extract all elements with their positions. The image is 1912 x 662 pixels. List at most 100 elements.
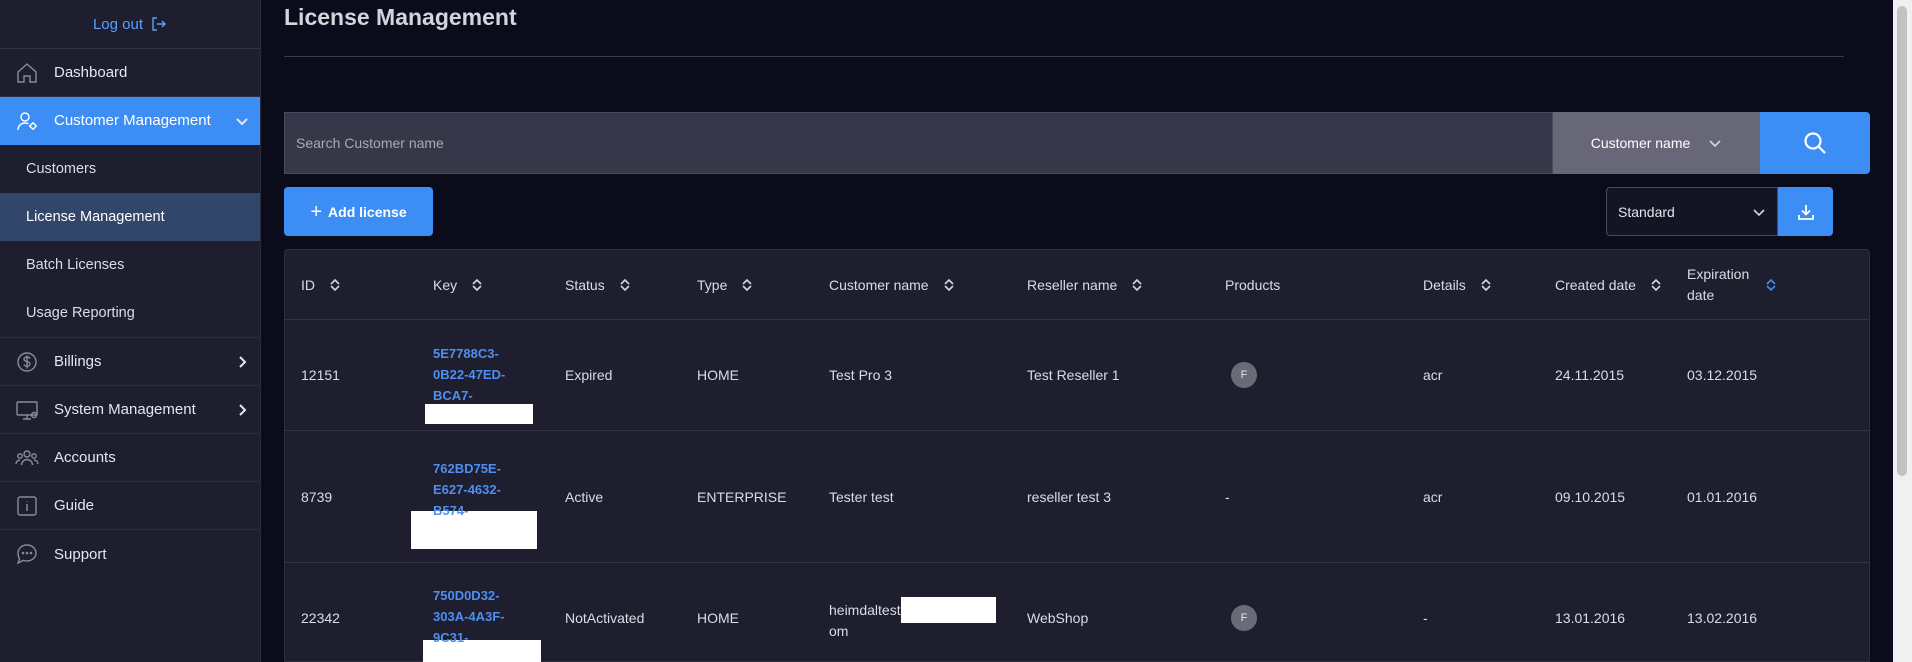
monitor-icon: [16, 400, 38, 420]
cell-customer-name: heimdaltest om: [813, 597, 1011, 639]
header-key[interactable]: Key: [417, 277, 549, 293]
cell-details: acr: [1423, 488, 1443, 505]
nav-dashboard[interactable]: Dashboard: [0, 49, 260, 97]
cell-id: 12151: [301, 367, 340, 383]
license-table: ID Key Status Type Customer name Reselle…: [284, 249, 1870, 662]
cell-status: Expired: [565, 367, 613, 383]
cell-customer-name: Tester test: [829, 488, 894, 505]
header-customer-name[interactable]: Customer name: [813, 277, 1011, 293]
search-input[interactable]: [284, 112, 1553, 174]
add-license-label: Add license: [328, 203, 407, 220]
header-products: Products: [1209, 277, 1407, 293]
license-key-link[interactable]: 750D0D32- 303A-4A3F- 9C31-: [433, 585, 549, 648]
sort-icon: [741, 278, 753, 292]
header-id[interactable]: ID: [285, 277, 417, 293]
sort-icon: [1765, 278, 1777, 292]
header-label: Products: [1225, 276, 1281, 293]
nav-accounts[interactable]: Accounts: [0, 434, 260, 482]
subnav-license-management[interactable]: License Management: [0, 193, 260, 241]
view-select[interactable]: Standard: [1606, 187, 1778, 236]
nav-customer-management[interactable]: Customer Management: [0, 97, 260, 145]
header-details[interactable]: Details: [1407, 277, 1539, 293]
view-select-label: Standard: [1618, 203, 1675, 220]
search-button[interactable]: [1760, 112, 1870, 174]
cell-reseller-name: WebShop: [1027, 610, 1089, 626]
page-title: License Management: [284, 4, 517, 30]
key-part: BCA7-: [433, 387, 473, 403]
nav-system-management[interactable]: System Management: [0, 386, 260, 434]
add-license-button[interactable]: + Add license: [284, 187, 433, 236]
cell-details: -: [1423, 610, 1428, 626]
sort-icon: [619, 278, 631, 292]
home-icon: [17, 62, 37, 83]
header-type[interactable]: Type: [681, 277, 813, 293]
nav-accounts-label: Accounts: [54, 449, 116, 466]
header-created-date[interactable]: Created date: [1539, 277, 1671, 293]
cell-expiration-date: 01.01.2016: [1687, 488, 1758, 505]
chat-icon: [16, 544, 37, 565]
header-expiration-date[interactable]: Expiration date: [1671, 264, 1831, 306]
chevron-down-icon: [236, 117, 248, 125]
logout-link[interactable]: Log out: [0, 0, 260, 49]
users-icon: [15, 449, 39, 465]
subnav-batch-licenses[interactable]: Batch Licenses: [0, 241, 260, 289]
cell-products: -: [1225, 488, 1230, 505]
plus-icon: +: [310, 200, 323, 223]
nav-support-label: Support: [54, 545, 107, 563]
cell-customer-name: Test Pro 3: [829, 367, 893, 383]
subnav-customers[interactable]: Customers: [0, 145, 260, 193]
product-badge: F: [1231, 362, 1257, 388]
header-reseller-name[interactable]: Reseller name: [1011, 277, 1209, 293]
search-bar: Customer name: [284, 112, 1870, 174]
key-part: 0B22-47ED-: [433, 366, 506, 382]
nav-guide[interactable]: Guide: [0, 482, 260, 530]
table-row[interactable]: 12151 5E7788C3- 0B22-47ED- BCA7- Expired…: [285, 320, 1869, 431]
chevron-down-icon: [1753, 208, 1765, 216]
key-part: 762BD75E-: [433, 461, 501, 476]
header-label: Key: [433, 276, 458, 293]
header-label: Type: [697, 276, 728, 293]
nav-support[interactable]: Support: [0, 530, 260, 578]
sidebar: Log out Dashboard Customer Management Cu…: [0, 0, 261, 662]
customer-name-text: heimdaltest: [829, 602, 901, 618]
sort-icon: [943, 278, 955, 292]
license-key-link[interactable]: 5E7788C3- 0B22-47ED- BCA7-: [433, 343, 549, 406]
cell-id: 8739: [301, 488, 333, 505]
key-part: 750D0D32-: [433, 587, 500, 603]
key-part: 303A-4A3F-: [433, 608, 505, 624]
sort-icon: [1650, 278, 1662, 292]
info-icon: [17, 495, 37, 516]
cell-status: Active: [565, 488, 604, 505]
nav-guide-label: Guide: [54, 497, 95, 514]
main-content: License Management Customer name + Add l…: [284, 0, 1870, 662]
download-icon: [1797, 204, 1814, 220]
header-label: Status: [565, 276, 605, 293]
cell-key: 5E7788C3- 0B22-47ED- BCA7-: [417, 327, 549, 424]
cell-id: 22342: [301, 610, 340, 626]
search-field-select[interactable]: Customer name: [1553, 112, 1760, 174]
nav-customer-management-label: Customer Management: [54, 112, 211, 129]
download-button[interactable]: [1778, 187, 1833, 236]
header-label: Reseller name: [1027, 276, 1118, 293]
product-badge: F: [1231, 605, 1257, 631]
sort-icon: [329, 278, 341, 292]
header-label: Expiration date: [1687, 265, 1750, 303]
chevron-down-icon: [1709, 140, 1721, 148]
dollar-icon: [17, 351, 37, 372]
sort-icon: [1480, 278, 1492, 292]
nav-billings[interactable]: Billings: [0, 338, 260, 386]
scrollbar-thumb[interactable]: [1897, 6, 1907, 476]
cell-expiration-date: 13.02.2016: [1687, 610, 1758, 626]
cell-key: 762BD75E- E627-4632- B574-: [411, 444, 549, 549]
table-header: ID Key Status Type Customer name Reselle…: [285, 250, 1869, 320]
cell-reseller-name: Test Reseller 1: [1027, 367, 1120, 383]
header-status[interactable]: Status: [549, 277, 681, 293]
sort-icon: [471, 278, 483, 292]
table-row[interactable]: 8739 762BD75E- E627-4632- B574- Active E…: [285, 431, 1869, 563]
cell-expiration-date: 03.12.2015: [1687, 367, 1758, 383]
cell-type: ENTERPRISE: [697, 488, 787, 505]
user-gear-icon: [17, 111, 37, 130]
table-row[interactable]: 22342 750D0D32- 303A-4A3F- 9C31- NotActi…: [285, 563, 1869, 662]
subnav-usage-reporting[interactable]: Usage Reporting: [0, 289, 260, 337]
search-icon: [1804, 132, 1826, 154]
